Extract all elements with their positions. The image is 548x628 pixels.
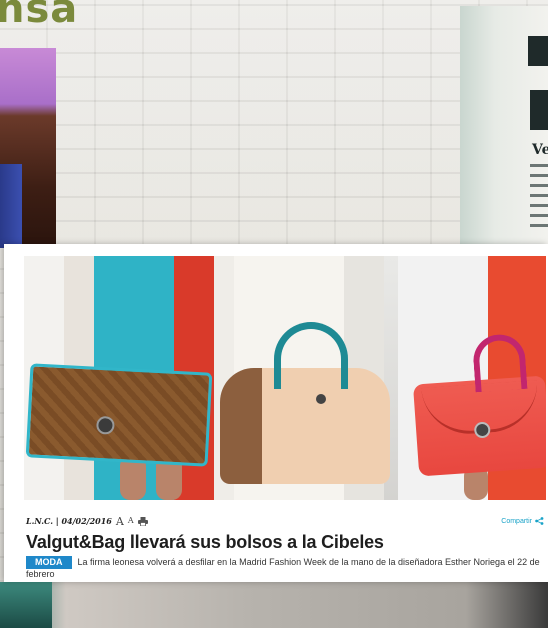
byline: L.N.C. | 04/02/2016 — [26, 516, 112, 526]
meta-left: L.N.C. | 04/02/2016 A A — [26, 516, 148, 527]
newspaper-text-line — [530, 164, 548, 167]
background-bottle — [0, 164, 22, 248]
share-icon — [535, 512, 544, 530]
newspaper-text-line — [530, 184, 548, 187]
newspaper-text-line — [530, 224, 548, 227]
newspaper-text-line — [530, 214, 548, 217]
background-bottom-strip — [0, 582, 548, 628]
bag-clasp — [95, 415, 115, 435]
font-larger-button[interactable]: A — [116, 516, 124, 527]
newspaper-text-line — [530, 194, 548, 197]
font-smaller-button[interactable]: A — [128, 517, 134, 525]
duffel-bag — [220, 322, 390, 484]
article-headline[interactable]: Valgut&Bag llevará sus bolsos a la Cibel… — [26, 532, 544, 553]
background-photo — [0, 48, 56, 248]
newspaper-text-line — [530, 174, 548, 177]
share-label: Compartir — [501, 517, 532, 525]
article-meta: L.N.C. | 04/02/2016 A A Compartir — [26, 514, 544, 528]
print-icon[interactable] — [137, 516, 148, 526]
bag-clasp — [473, 421, 491, 439]
section-tag[interactable]: MODA — [26, 556, 72, 569]
background-strip-accent — [0, 582, 52, 628]
article-card[interactable]: L.N.C. | 04/02/2016 A A Compartir Valgut… — [4, 244, 548, 582]
share-button[interactable]: Compartir — [501, 512, 544, 530]
lede-text: La firma leonesa volverá a desfilar en l… — [26, 557, 540, 579]
newspaper-letter-block — [530, 90, 548, 130]
clutch-bag — [25, 363, 213, 467]
bag-clasp — [316, 394, 326, 404]
background-newspaper: Ve — [460, 6, 548, 244]
article-photo[interactable] — [24, 256, 546, 500]
article-lede: MODA La firma leonesa volverá a desfilar … — [26, 556, 546, 580]
newspaper-letter-block — [528, 36, 548, 66]
satchel-bag — [412, 332, 546, 477]
bag-handle — [274, 322, 348, 389]
newspaper-subheading: Ve — [532, 142, 548, 158]
newspaper-text-line — [530, 204, 548, 207]
background-headline-fragment: nsa — [0, 0, 79, 32]
